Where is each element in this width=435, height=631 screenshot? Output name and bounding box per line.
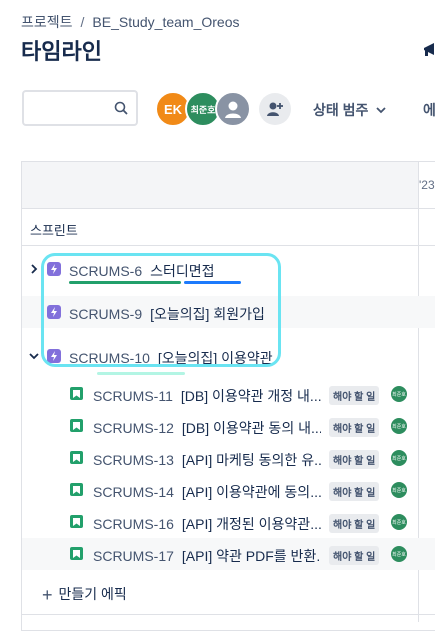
issue-key: SCRUMS-13 bbox=[93, 452, 174, 468]
issue-key: SCRUMS-17 bbox=[93, 548, 174, 564]
issue-key: SCRUMS-12 bbox=[93, 420, 174, 436]
status-badge[interactable]: 해야 할 일 bbox=[329, 546, 380, 565]
month-label: '23 bbox=[419, 178, 435, 192]
assignee-avatar[interactable]: 최준호 bbox=[391, 546, 407, 562]
user-icon bbox=[225, 101, 241, 118]
status-badge[interactable]: 해야 할 일 bbox=[329, 514, 380, 533]
status-badge[interactable]: 해야 할 일 bbox=[329, 450, 380, 469]
more-filter-button[interactable]: 에 bbox=[423, 100, 435, 120]
add-people-button[interactable] bbox=[259, 93, 291, 125]
create-epic-label: 만들기 에픽 bbox=[58, 586, 127, 602]
create-epic-button[interactable]: + 만들기 에픽 bbox=[42, 584, 127, 606]
issue-label: SCRUMS-11 [DB] 이용약관 개정 내... bbox=[93, 386, 321, 406]
selection-highlight bbox=[41, 253, 281, 367]
search-input[interactable] bbox=[30, 94, 114, 124]
issue-key: SCRUMS-16 bbox=[93, 516, 174, 532]
issue-row[interactable]: SCRUMS-14 [API] 이용약관에 동의... 해야 할 일 최준호 bbox=[22, 474, 435, 506]
issue-label: SCRUMS-12 [DB] 이용약관 동의 내... bbox=[93, 418, 321, 438]
add-user-icon bbox=[267, 102, 283, 116]
issue-label: SCRUMS-13 [API] 마케팅 동의한 유... bbox=[93, 450, 321, 470]
assignee-avatar[interactable]: 최준호 bbox=[391, 418, 407, 434]
assignee-avatar[interactable]: 최준호 bbox=[391, 450, 407, 466]
issue-label: SCRUMS-17 [API] 약관 PDF를 반환... bbox=[93, 546, 321, 566]
issue-key: SCRUMS-11 bbox=[93, 388, 173, 404]
story-icon bbox=[70, 419, 83, 432]
issue-row[interactable]: SCRUMS-13 [API] 마케팅 동의한 유... 해야 할 일 최준호 bbox=[22, 442, 435, 474]
status-badge[interactable]: 해야 할 일 bbox=[329, 482, 380, 501]
story-icon bbox=[70, 515, 83, 528]
issue-title: [API] 약관 PDF를 반환... bbox=[181, 548, 321, 564]
sprint-row-label[interactable]: 스프린트 bbox=[30, 220, 78, 239]
progress-bar bbox=[97, 372, 185, 375]
issue-title: [DB] 이용약관 개정 내... bbox=[180, 388, 321, 404]
issue-row[interactable]: SCRUMS-11 [DB] 이용약관 개정 내... 해야 할 일 최준호 bbox=[22, 378, 435, 410]
issue-label: SCRUMS-16 [API] 개정된 이용약관... bbox=[93, 514, 321, 534]
issue-title: [API] 이용약관에 동의... bbox=[181, 484, 321, 500]
megaphone-icon[interactable] bbox=[422, 42, 435, 58]
issue-row[interactable]: SCRUMS-16 [API] 개정된 이용약관... 해야 할 일 최준호 bbox=[22, 506, 435, 538]
assignee-avatar[interactable]: 최준호 bbox=[391, 386, 407, 402]
issue-row[interactable]: SCRUMS-17 [API] 약관 PDF를 반환... 해야 할 일 최준호 bbox=[22, 538, 435, 570]
breadcrumb-separator: / bbox=[80, 14, 85, 30]
avatar-user3[interactable] bbox=[215, 91, 251, 127]
divider bbox=[22, 245, 435, 246]
breadcrumb-project-link[interactable]: BE_Study_team_Oreos bbox=[92, 14, 239, 30]
issue-row[interactable]: SCRUMS-12 [DB] 이용약관 동의 내... 해야 할 일 최준호 bbox=[22, 410, 435, 442]
assignee-avatar[interactable]: 최준호 bbox=[391, 514, 407, 530]
search-field[interactable] bbox=[22, 90, 138, 126]
story-icon bbox=[70, 451, 83, 464]
chevron-right-icon[interactable] bbox=[28, 263, 40, 275]
status-category-filter[interactable]: 상태 범주 bbox=[313, 100, 387, 120]
timeline-header bbox=[22, 162, 418, 208]
chevron-down-icon bbox=[376, 107, 387, 114]
search-icon bbox=[114, 101, 128, 115]
plus-icon: + bbox=[42, 585, 53, 605]
issue-title: [API] 개정된 이용약관... bbox=[181, 516, 321, 532]
issue-label: SCRUMS-14 [API] 이용약관에 동의... bbox=[93, 482, 321, 502]
assignee-avatar[interactable]: 최준호 bbox=[391, 482, 407, 498]
story-icon bbox=[70, 483, 83, 496]
breadcrumb: 프로젝트 / BE_Study_team_Oreos bbox=[21, 12, 240, 32]
chevron-down-icon[interactable] bbox=[28, 350, 40, 362]
issue-title: [API] 마케팅 동의한 유... bbox=[181, 452, 321, 468]
status-badge[interactable]: 해야 할 일 bbox=[329, 386, 380, 405]
divider bbox=[22, 614, 435, 615]
story-icon bbox=[70, 387, 83, 400]
story-icon bbox=[70, 547, 83, 560]
status-badge[interactable]: 해야 할 일 bbox=[329, 418, 380, 437]
breadcrumb-projects-link[interactable]: 프로젝트 bbox=[21, 14, 73, 30]
divider bbox=[22, 208, 435, 209]
status-category-label: 상태 범주 bbox=[313, 102, 369, 118]
page-title: 타임라인 bbox=[21, 39, 102, 64]
issue-key: SCRUMS-14 bbox=[93, 484, 174, 500]
issue-title: [DB] 이용약관 동의 내... bbox=[181, 420, 321, 436]
